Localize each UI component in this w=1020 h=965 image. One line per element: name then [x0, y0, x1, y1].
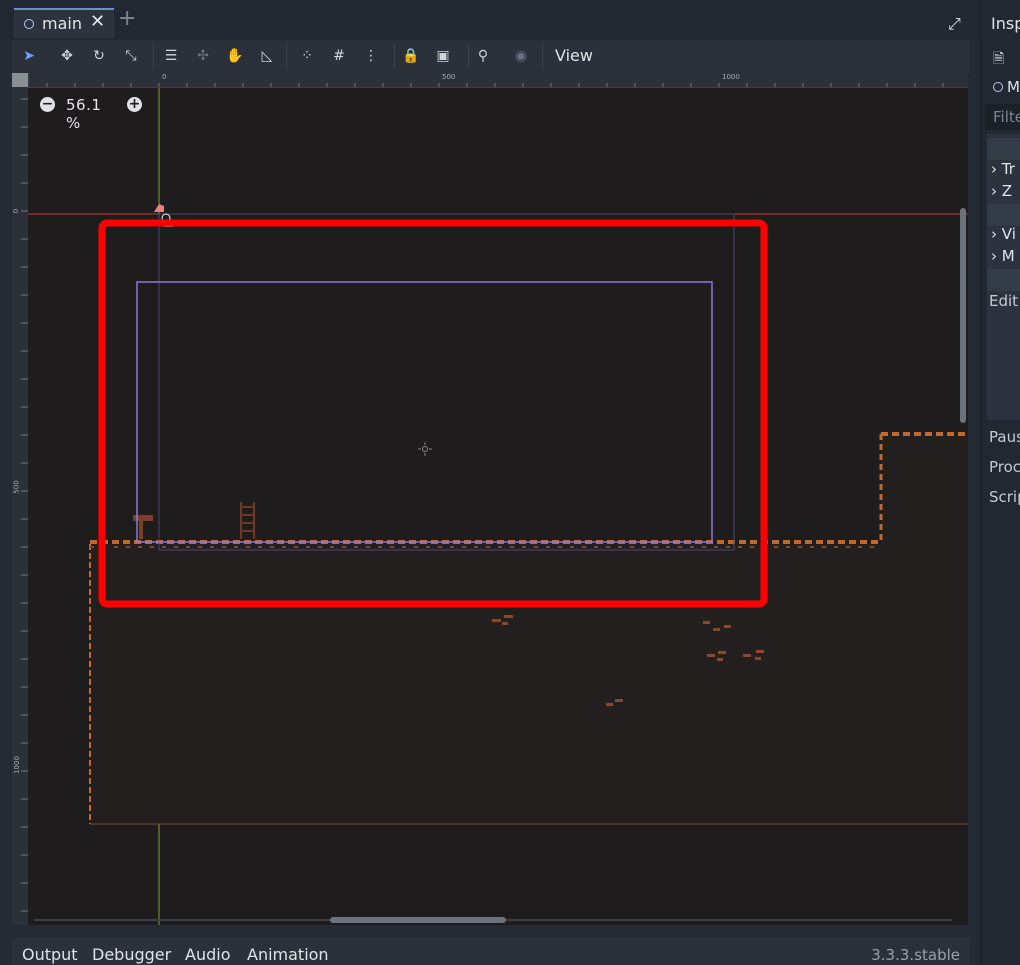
- zoom-out-button[interactable]: −: [40, 97, 55, 112]
- canvas-toolbar: ➤ ✥ ↻ ⤡ ☰ ✣ ✋ ◺ ⁘ # ⋮ 🔒 ▣ ⚲ ◉ View: [12, 40, 970, 73]
- node2d-circle-icon: [24, 19, 34, 29]
- ground-fill: [90, 544, 968, 824]
- expand-icon[interactable]: ⤢: [948, 14, 961, 34]
- editor-description-label: Edit: [989, 292, 1019, 310]
- ruler-label: 500: [12, 480, 21, 494]
- toolbar-separator: [394, 44, 395, 68]
- scale-tool-icon[interactable]: ⤡: [120, 46, 142, 66]
- ruler-label: 0: [12, 208, 21, 214]
- property-row[interactable]: › Tr: [991, 160, 1015, 178]
- process-priority-label: Proc: [989, 458, 1020, 476]
- scene-canvas[interactable]: [28, 88, 968, 925]
- tab-close-icon[interactable]: ✕: [90, 11, 105, 32]
- tab-main[interactable]: main ✕: [14, 8, 114, 38]
- add-tab-icon[interactable]: +: [118, 8, 136, 30]
- inspector-node-row[interactable]: M: [993, 78, 1020, 96]
- inspector-section-header[interactable]: [987, 204, 1020, 226]
- vertical-ruler[interactable]: 0 500 1000: [12, 73, 29, 925]
- tab-label: main: [42, 14, 82, 33]
- ruler-label: 1000: [12, 756, 21, 774]
- property-row[interactable]: › Vi: [991, 225, 1016, 243]
- property-row[interactable]: › Z: [991, 182, 1012, 200]
- filter-placeholder: Filte: [993, 108, 1020, 126]
- inspector-title[interactable]: Insp: [991, 14, 1020, 33]
- signpost-sprite: [133, 515, 153, 539]
- canvas-viewport[interactable]: [28, 88, 968, 925]
- inspector-node-label: M: [1007, 78, 1020, 96]
- ruler-label: 500: [442, 73, 456, 81]
- ruler-label: 1000: [722, 73, 740, 81]
- camera-icon[interactable]: ◉: [510, 46, 532, 66]
- node2d-circle-icon: [993, 82, 1003, 92]
- toolbar-separator: [153, 44, 154, 68]
- smart-snap-icon[interactable]: ⁘: [296, 46, 318, 66]
- camera-limit-rect: [136, 281, 713, 543]
- ladder-sprite: [240, 502, 255, 539]
- horizontal-scrollbar[interactable]: [28, 915, 958, 925]
- new-resource-icon[interactable]: 🗎: [993, 48, 1004, 72]
- ruler-label: 0: [162, 73, 167, 81]
- inspector-section-header[interactable]: [987, 138, 1020, 160]
- pivot-tool-icon[interactable]: ✣: [192, 46, 214, 66]
- scene-tab-bar: [0, 0, 980, 40]
- inspector-dock: Insp 🗎 M Filte › Tr › Z › Vi › M Edit Pa…: [980, 0, 1020, 965]
- zoom-in-button[interactable]: +: [127, 97, 142, 112]
- pan-tool-icon[interactable]: ✋: [224, 46, 246, 66]
- ruler-corner: [12, 73, 28, 87]
- zoom-reset-button[interactable]: 56.1 %: [66, 96, 101, 132]
- toolbar-separator: [468, 44, 469, 68]
- tab-output[interactable]: Output: [22, 945, 78, 964]
- script-label: Scrip: [989, 488, 1020, 506]
- ground-step-fill: [881, 434, 968, 546]
- bone-icon[interactable]: ⚲: [472, 46, 494, 66]
- rotate-tool-icon[interactable]: ↻: [88, 46, 110, 66]
- view-menu-button[interactable]: View: [555, 46, 593, 65]
- toolbar-separator: [286, 44, 287, 68]
- bottom-panel: Output Debugger Audio Animation 3.3.3.st…: [12, 938, 970, 965]
- screen-bounds: [158, 213, 735, 551]
- toolbar-separator: [542, 44, 543, 68]
- tab-debugger[interactable]: Debugger: [92, 945, 171, 964]
- vertical-scrollbar[interactable]: [958, 88, 968, 925]
- pause-mode-label: Paus: [989, 428, 1020, 446]
- move-tool-icon[interactable]: ✥: [56, 46, 78, 66]
- select-tool-icon[interactable]: ➤: [18, 46, 40, 66]
- version-label: 3.3.3.stable: [871, 946, 960, 964]
- vertical-scroll-grabber[interactable]: [960, 208, 966, 423]
- grid-snap-icon[interactable]: #: [328, 46, 350, 66]
- list-select-icon[interactable]: ☰: [160, 46, 182, 66]
- filter-properties-input[interactable]: Filte: [985, 104, 1020, 130]
- camera-center-icon: [418, 442, 432, 456]
- horizontal-ruler[interactable]: 0 500 1000: [28, 73, 968, 88]
- tab-audio[interactable]: Audio: [185, 945, 230, 964]
- more-options-icon[interactable]: ⋮: [360, 46, 382, 66]
- inspector-section-header[interactable]: [987, 269, 1020, 291]
- property-row[interactable]: › M: [991, 247, 1015, 265]
- tab-animation[interactable]: Animation: [247, 945, 329, 964]
- ruler-tool-icon[interactable]: ◺: [256, 46, 278, 66]
- lock-icon[interactable]: 🔒: [400, 46, 422, 66]
- group-icon[interactable]: ▣: [432, 46, 454, 66]
- horizontal-scroll-grabber[interactable]: [330, 917, 506, 923]
